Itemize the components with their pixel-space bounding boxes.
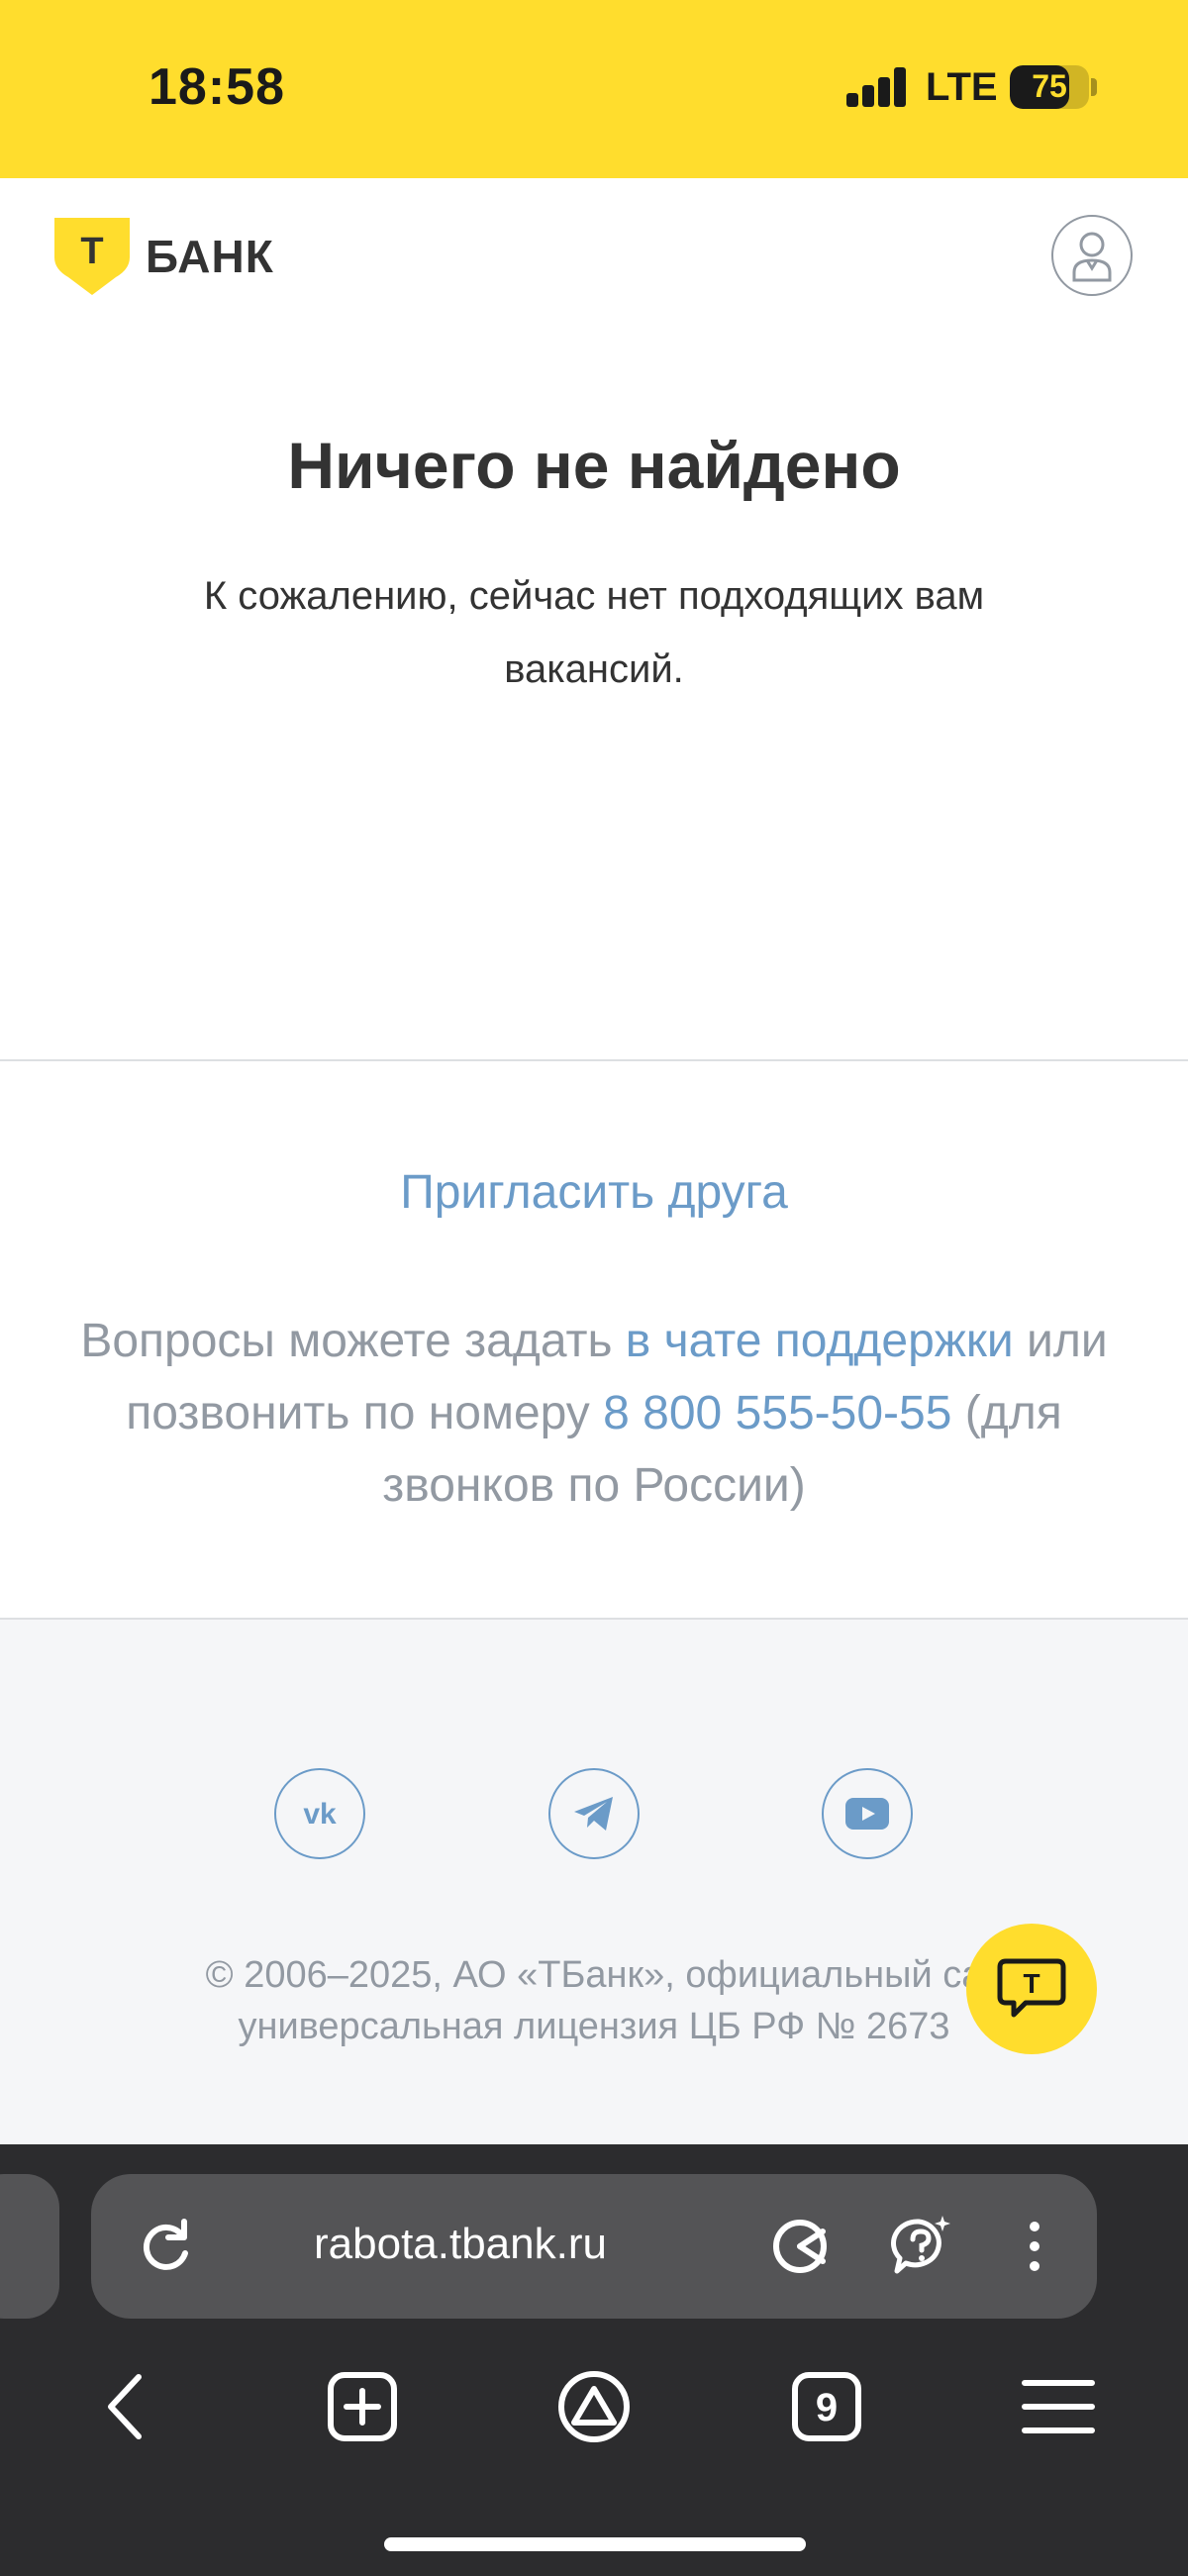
chat-bubble-icon: Т <box>997 1958 1066 2018</box>
footer: vk © 2006–2025, АО «ТБанк», официальный … <box>0 1620 1188 2144</box>
ai-assistant-icon[interactable] <box>889 2214 954 2279</box>
profile-button[interactable] <box>1051 215 1133 296</box>
status-time: 18:58 <box>148 58 285 116</box>
browser-toolbar: rabota.tbank.ru <box>0 2144 1188 2576</box>
home-indicator <box>384 2537 806 2551</box>
previous-tab-preview[interactable] <box>0 2174 59 2319</box>
battery-tip <box>1091 78 1097 96</box>
battery-icon: 75 <box>1010 65 1089 109</box>
site-header: Т БАНК <box>0 178 1188 337</box>
support-chat-button[interactable]: Т <box>966 1924 1097 2054</box>
youtube-icon <box>845 1798 889 1830</box>
reload-icon[interactable] <box>133 2214 198 2279</box>
tbank-logo[interactable]: Т БАНК <box>54 218 274 295</box>
more-vertical-icon[interactable] <box>1002 2214 1067 2279</box>
support-chat-link[interactable]: в чате поддержки <box>626 1315 1014 1367</box>
battery-level: 75 <box>1032 68 1067 104</box>
empty-state-message: К сожалению, сейчас нет подходящих вам в… <box>203 574 985 691</box>
telegram-link[interactable] <box>548 1768 640 1859</box>
new-tab-icon[interactable] <box>325 2369 400 2444</box>
back-icon[interactable] <box>89 2369 164 2444</box>
network-type: LTE <box>926 65 998 109</box>
pacman-icon[interactable] <box>767 2214 833 2279</box>
support-contact-text: Вопросы можете задать в чате поддержки и… <box>40 1305 1148 1522</box>
divider <box>0 1059 1188 1061</box>
menu-icon[interactable] <box>1021 2369 1096 2444</box>
logo-text: БАНК <box>146 231 274 282</box>
youtube-link[interactable] <box>822 1768 913 1859</box>
signal-strength-icon <box>846 65 906 107</box>
tabs-icon[interactable]: 9 <box>789 2369 864 2444</box>
chat-button-letter: Т <box>1023 1968 1040 1999</box>
support-text-part: Вопросы можете задать <box>80 1315 626 1367</box>
telegram-icon <box>574 1797 613 1831</box>
svg-text:vk: vk <box>303 1800 337 1828</box>
tab-count: 9 <box>816 2386 838 2429</box>
logo-letter: Т <box>80 231 103 272</box>
address-bar[interactable]: rabota.tbank.ru <box>91 2174 1097 2319</box>
url-text[interactable]: rabota.tbank.ru <box>314 2220 607 2269</box>
copyright-line-2: универсальная лицензия ЦБ РФ № 2673 <box>238 2006 950 2047</box>
alice-icon[interactable] <box>556 2369 632 2444</box>
user-profile-icon <box>1072 232 1112 282</box>
invite-friend-link[interactable]: Пригласить друга <box>0 1165 1188 1220</box>
phone-link[interactable]: 8 800 555-50-55 <box>603 1387 951 1439</box>
status-bar: 18:58 LTE 75 <box>0 0 1188 178</box>
vk-link[interactable]: vk <box>274 1768 365 1859</box>
page-title: Ничего не найдено <box>287 429 901 502</box>
logo-shield-icon: Т <box>54 218 130 295</box>
main-content: Ничего не найдено К сожалению, сейчас не… <box>0 337 1188 1059</box>
vk-icon: vk <box>303 1800 337 1828</box>
